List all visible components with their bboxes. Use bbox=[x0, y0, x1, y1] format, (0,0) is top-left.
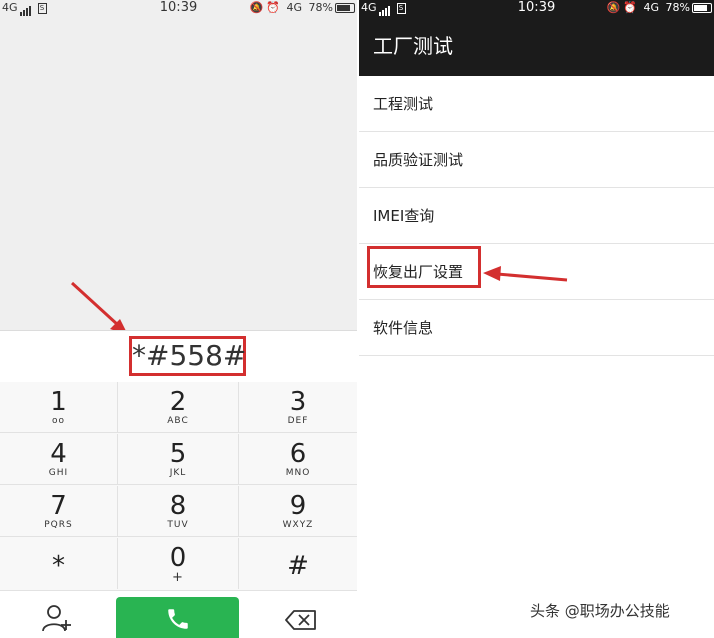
key-letters: DEF bbox=[287, 416, 309, 426]
key-letters: JKL bbox=[169, 468, 187, 478]
voicemail-icon: oo bbox=[51, 416, 65, 426]
key-digit: * bbox=[52, 551, 65, 581]
mute-bell-icon: 🔕 bbox=[249, 1, 264, 14]
dialer-screen: 4G S 10:39 🔕 ⏰ 4G 78% *#558# 1 oo 2 ABC 3 DEF… bbox=[0, 0, 357, 638]
key-letters: GHI bbox=[48, 468, 69, 478]
key-digit: 8 bbox=[169, 491, 187, 521]
key-digit: 6 bbox=[289, 439, 307, 469]
highlight-box bbox=[367, 246, 481, 288]
key-0[interactable]: 0 + bbox=[118, 538, 239, 589]
menu-item-label: 工程测试 bbox=[373, 95, 434, 113]
key-digit: 4 bbox=[50, 439, 67, 469]
key-letters: TUV bbox=[167, 520, 189, 530]
key-digit: # bbox=[287, 551, 309, 581]
app-bar: 工厂测试 bbox=[359, 16, 714, 76]
key-6[interactable]: 6 MNO bbox=[239, 434, 357, 485]
key-letters: MNO bbox=[285, 468, 311, 478]
key-letters: + bbox=[172, 570, 184, 585]
key-letters: ABC bbox=[167, 416, 189, 426]
status-bar: 4G S 10:39 🔕 ⏰ 4G 78% bbox=[0, 0, 357, 16]
key-3[interactable]: 3 DEF bbox=[239, 382, 357, 433]
watermark: 头条 @职场办公技能 bbox=[530, 602, 670, 620]
backspace-icon[interactable] bbox=[285, 609, 317, 631]
key-digit: 7 bbox=[50, 491, 67, 521]
menu-item-label: 品质验证测试 bbox=[373, 151, 464, 169]
call-button[interactable] bbox=[116, 597, 239, 638]
key-2[interactable]: 2 ABC bbox=[118, 382, 239, 433]
battery-percent: 78% bbox=[308, 1, 333, 14]
add-contact-icon[interactable] bbox=[40, 603, 74, 633]
network-type-right: 4G bbox=[643, 1, 660, 14]
menu-item-label: IMEI查询 bbox=[373, 207, 435, 225]
key-letters: WXYZ bbox=[282, 520, 314, 530]
alarm-icon: ⏰ bbox=[266, 1, 281, 14]
phone-icon bbox=[168, 609, 188, 629]
key-digit: 2 bbox=[169, 387, 187, 417]
key-digit: 5 bbox=[169, 439, 187, 469]
key-9[interactable]: 9 WXYZ bbox=[239, 486, 357, 537]
menu-item-imei-query[interactable]: IMEI查询 bbox=[359, 188, 714, 244]
mute-bell-icon: 🔕 bbox=[606, 1, 621, 14]
menu-item-quality-test[interactable]: 品质验证测试 bbox=[359, 132, 714, 188]
factory-test-screen: 4G S 10:39 🔕 ⏰ 4G 78% 工厂测试 工程测试 品质验证测试 IME… bbox=[359, 0, 714, 638]
network-type-right: 4G bbox=[286, 1, 303, 14]
menu-item-software-info[interactable]: 软件信息 bbox=[359, 300, 714, 356]
key-5[interactable]: 5 JKL bbox=[118, 434, 239, 485]
key-digit: 9 bbox=[289, 491, 307, 521]
alarm-icon: ⏰ bbox=[623, 1, 638, 14]
key-digit: 1 bbox=[50, 387, 67, 417]
key-hash[interactable]: # bbox=[239, 538, 357, 589]
menu-item-label: 软件信息 bbox=[373, 319, 434, 337]
key-4[interactable]: 4 GHI bbox=[0, 434, 118, 485]
status-bar: 4G S 10:39 🔕 ⏰ 4G 78% bbox=[359, 0, 714, 16]
key-digit: 0 bbox=[169, 543, 187, 573]
keypad: 1 oo 2 ABC 3 DEF 4 GHI 5 JKL 6 MNO 7 PQRS 8 TUV … bbox=[0, 382, 357, 590]
page-title: 工厂测试 bbox=[373, 34, 453, 58]
key-7[interactable]: 7 PQRS bbox=[0, 486, 118, 537]
key-1[interactable]: 1 oo bbox=[0, 382, 118, 433]
annotation-arrow bbox=[483, 266, 568, 282]
dialed-number[interactable]: *#558# bbox=[129, 336, 246, 376]
battery-icon bbox=[335, 3, 355, 13]
key-8[interactable]: 8 TUV bbox=[118, 486, 239, 537]
battery-percent: 78% bbox=[665, 1, 690, 14]
menu-item-engineering-test[interactable]: 工程测试 bbox=[359, 76, 714, 132]
key-letters: PQRS bbox=[44, 520, 73, 530]
battery-icon bbox=[692, 3, 712, 13]
key-digit: 3 bbox=[289, 387, 307, 417]
key-star[interactable]: * bbox=[0, 538, 118, 589]
